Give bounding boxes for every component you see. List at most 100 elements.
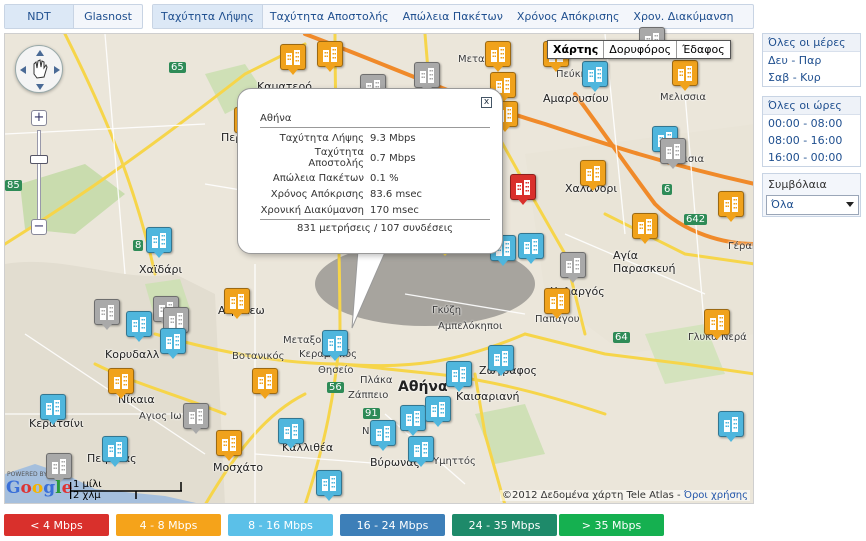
contracts-select[interactable]: Όλα — [766, 195, 859, 215]
zoom-slider-handle[interactable] — [30, 155, 48, 164]
building-icon — [420, 68, 434, 83]
tab-jitter[interactable]: Χρον. Διακύμανση — [626, 5, 740, 28]
pan-control[interactable] — [15, 45, 63, 93]
zoom-in-button[interactable]: + — [31, 110, 47, 126]
measurement-marker[interactable] — [160, 328, 186, 360]
measurement-marker[interactable] — [582, 61, 608, 93]
measurement-marker[interactable] — [252, 368, 278, 400]
tab-packet-loss[interactable]: Απώλεια Πακέτων — [396, 5, 510, 28]
measurement-marker[interactable] — [408, 436, 434, 468]
hours-all[interactable]: Όλες οι ώρες — [763, 97, 860, 115]
legend-item[interactable]: 24 - 35 Mbps — [452, 514, 557, 536]
measurement-marker[interactable] — [580, 160, 606, 192]
popup-tail — [351, 250, 387, 329]
measurement-marker[interactable] — [126, 311, 152, 343]
measurement-marker[interactable] — [704, 309, 730, 341]
road-shield: 56 — [327, 382, 344, 393]
marker-pointer — [726, 216, 736, 222]
legend-item[interactable]: > 35 Mbps — [559, 514, 664, 536]
hours-0-8[interactable]: 00:00 - 08:00 — [763, 115, 860, 132]
tab-ndt[interactable]: NDT — [5, 5, 74, 28]
hours-16-24[interactable]: 16:00 - 00:00 — [763, 149, 860, 166]
measurement-marker[interactable] — [660, 138, 686, 170]
marker-pointer — [260, 393, 270, 399]
measurement-marker[interactable] — [718, 191, 744, 223]
measurement-marker[interactable] — [280, 44, 306, 76]
tab-download-speed[interactable]: Ταχύτητα Λήψης — [153, 5, 263, 28]
place-label: Χαϊδάρι — [139, 263, 183, 276]
zoom-slider-track[interactable] — [37, 130, 41, 226]
map-type-control: Χάρτης Δορυφόρος Έδαφος — [547, 40, 731, 59]
measurement-marker[interactable] — [632, 213, 658, 245]
building-icon — [588, 67, 602, 82]
close-icon[interactable]: x — [481, 97, 492, 108]
tab-upload-speed[interactable]: Ταχύτητα Αποστολής — [263, 5, 396, 28]
measurement-marker[interactable] — [446, 361, 472, 393]
hours-8-16[interactable]: 08:00 - 16:00 — [763, 132, 860, 149]
measurement-marker[interactable] — [510, 174, 536, 206]
measurement-marker[interactable] — [146, 227, 172, 259]
building-icon — [166, 334, 180, 349]
road-shield: 65 — [169, 62, 186, 73]
legend-item[interactable]: 4 - 8 Mbps — [116, 514, 221, 536]
marker-pointer — [712, 334, 722, 340]
measurement-marker[interactable] — [425, 396, 451, 428]
measurement-marker[interactable] — [322, 330, 348, 362]
measurement-marker[interactable] — [183, 403, 209, 435]
zoom-out-button[interactable]: − — [31, 219, 47, 235]
measurement-marker[interactable] — [485, 41, 511, 73]
tab-response-time[interactable]: Χρόνος Απόκρισης — [510, 5, 627, 28]
place-label: Ζάππειο — [348, 390, 389, 401]
measurement-marker[interactable] — [488, 345, 514, 377]
measurement-marker[interactable] — [370, 420, 396, 452]
marker-pointer — [134, 336, 144, 342]
measurement-marker[interactable] — [560, 252, 586, 284]
measurement-marker[interactable] — [108, 368, 134, 400]
place-label: Βοτανικός — [232, 351, 285, 362]
measurement-marker[interactable] — [216, 430, 242, 462]
place-label: Υμηττός — [433, 456, 476, 467]
measurement-marker[interactable] — [224, 288, 250, 320]
marker-pointer — [102, 324, 112, 330]
road-shield: 642 — [684, 214, 708, 225]
measurement-marker[interactable] — [94, 299, 120, 331]
building-icon — [108, 442, 122, 457]
measurement-marker[interactable] — [46, 453, 72, 485]
measurement-marker[interactable] — [316, 470, 342, 502]
measurement-marker[interactable] — [400, 405, 426, 437]
map-type-terrain[interactable]: Έδαφος — [676, 41, 730, 58]
terms-link[interactable]: Όροι χρήσης — [684, 490, 748, 501]
measurement-marker[interactable] — [102, 436, 128, 468]
stat-label: Απώλεια Πακέτων — [272, 172, 364, 184]
place-label: Αμπελόκηποι — [438, 321, 503, 332]
legend-item[interactable]: 16 - 24 Mbps — [340, 514, 445, 536]
measurement-marker[interactable] — [544, 288, 570, 320]
map-type-satellite[interactable]: Δορυφόρος — [603, 41, 676, 58]
popup-stats: Ταχύτητα Λήψης 9.3 Mbps Ταχύτητα Αποστολή… — [260, 130, 422, 218]
marker-pointer — [325, 66, 335, 72]
place-label: Πλάκα — [360, 375, 393, 386]
map-type-map[interactable]: Χάρτης — [548, 41, 603, 58]
contracts-label: Συμβόλαια — [768, 178, 827, 191]
days-weekend[interactable]: Σαβ - Κυρ — [763, 69, 860, 86]
measurement-marker[interactable] — [718, 411, 744, 443]
marker-pointer — [54, 478, 64, 484]
days-all[interactable]: Όλες οι μέρες — [763, 34, 860, 52]
measurement-marker[interactable] — [278, 418, 304, 450]
measurement-marker[interactable] — [317, 41, 343, 73]
marker-pointer — [116, 393, 126, 399]
legend-item[interactable]: 8 - 16 Mbps — [228, 514, 333, 536]
road-shield: 64 — [613, 332, 630, 343]
legend-item[interactable]: < 4 Mbps — [4, 514, 109, 536]
tab-glasnost[interactable]: Glasnost — [74, 5, 142, 28]
measurement-marker[interactable] — [40, 394, 66, 426]
days-weekdays[interactable]: Δευ - Παρ — [763, 52, 860, 69]
place-label: Θησείο — [318, 365, 354, 376]
marker-pointer — [48, 419, 58, 425]
measurement-marker[interactable] — [518, 233, 544, 265]
stat-label: Ταχύτητα Αποστολής — [308, 147, 364, 169]
mode-tabs: NDT Glasnost — [4, 4, 143, 29]
measurement-marker[interactable] — [672, 60, 698, 92]
stat-label: Χρόνος Απόκρισης — [270, 188, 364, 200]
hours-filter: Όλες οι ώρες 00:00 - 08:00 08:00 - 16:00… — [762, 96, 861, 167]
